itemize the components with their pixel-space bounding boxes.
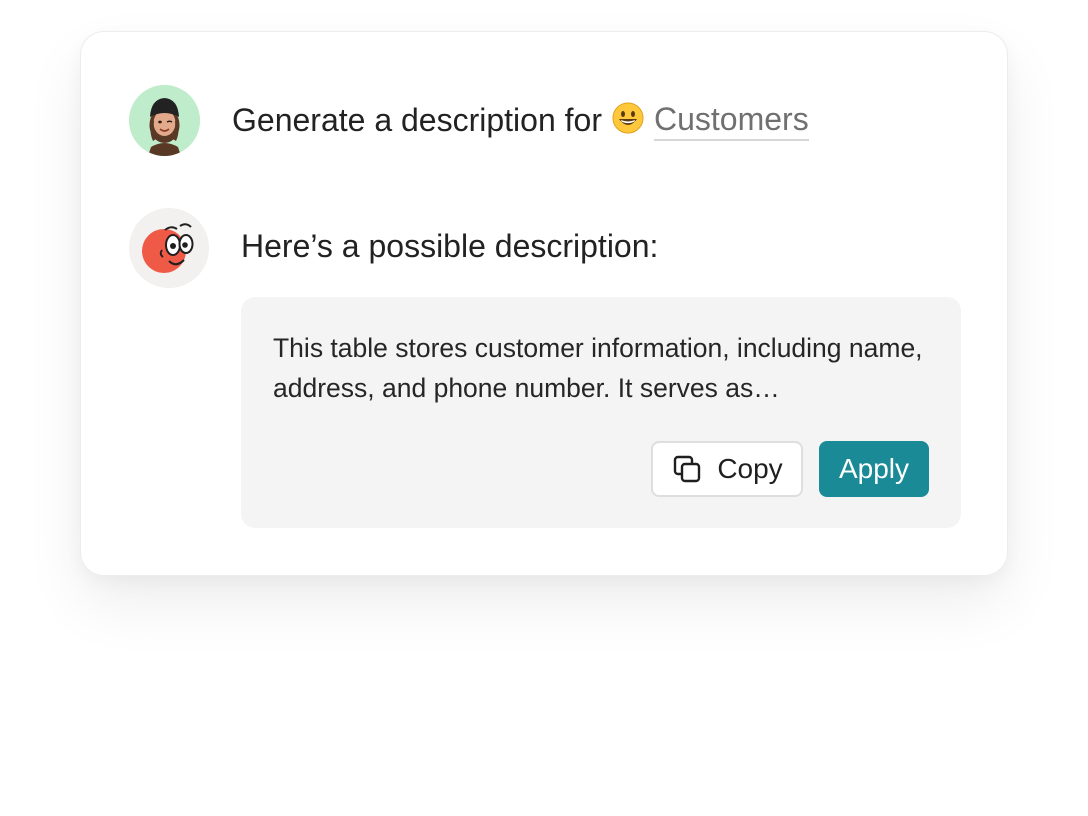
grinning-face-icon: [612, 102, 644, 134]
memoji-user-icon: [129, 85, 200, 156]
chat-card: Generate a description for Customers Her…: [80, 31, 1008, 576]
copy-button-label: Copy: [717, 453, 783, 484]
prompt-text: Generate a description for: [232, 101, 602, 138]
user-prompt: Generate a description for Customers: [232, 98, 809, 142]
apply-button[interactable]: Apply: [819, 441, 929, 497]
copy-icon: [671, 453, 703, 485]
apply-button-label: Apply: [838, 453, 910, 484]
table-link-customers[interactable]: Customers: [653, 100, 809, 141]
suggested-description: This table stores customer information, …: [273, 333, 923, 403]
assistant-intro: Here’s a possible description:: [241, 228, 659, 264]
suggestion-panel: This table stores customer information, …: [241, 297, 961, 528]
user-avatar: [129, 85, 200, 156]
bot-mascot-icon: [129, 208, 209, 288]
copy-button[interactable]: Copy: [651, 441, 803, 497]
bot-avatar: [129, 208, 209, 288]
